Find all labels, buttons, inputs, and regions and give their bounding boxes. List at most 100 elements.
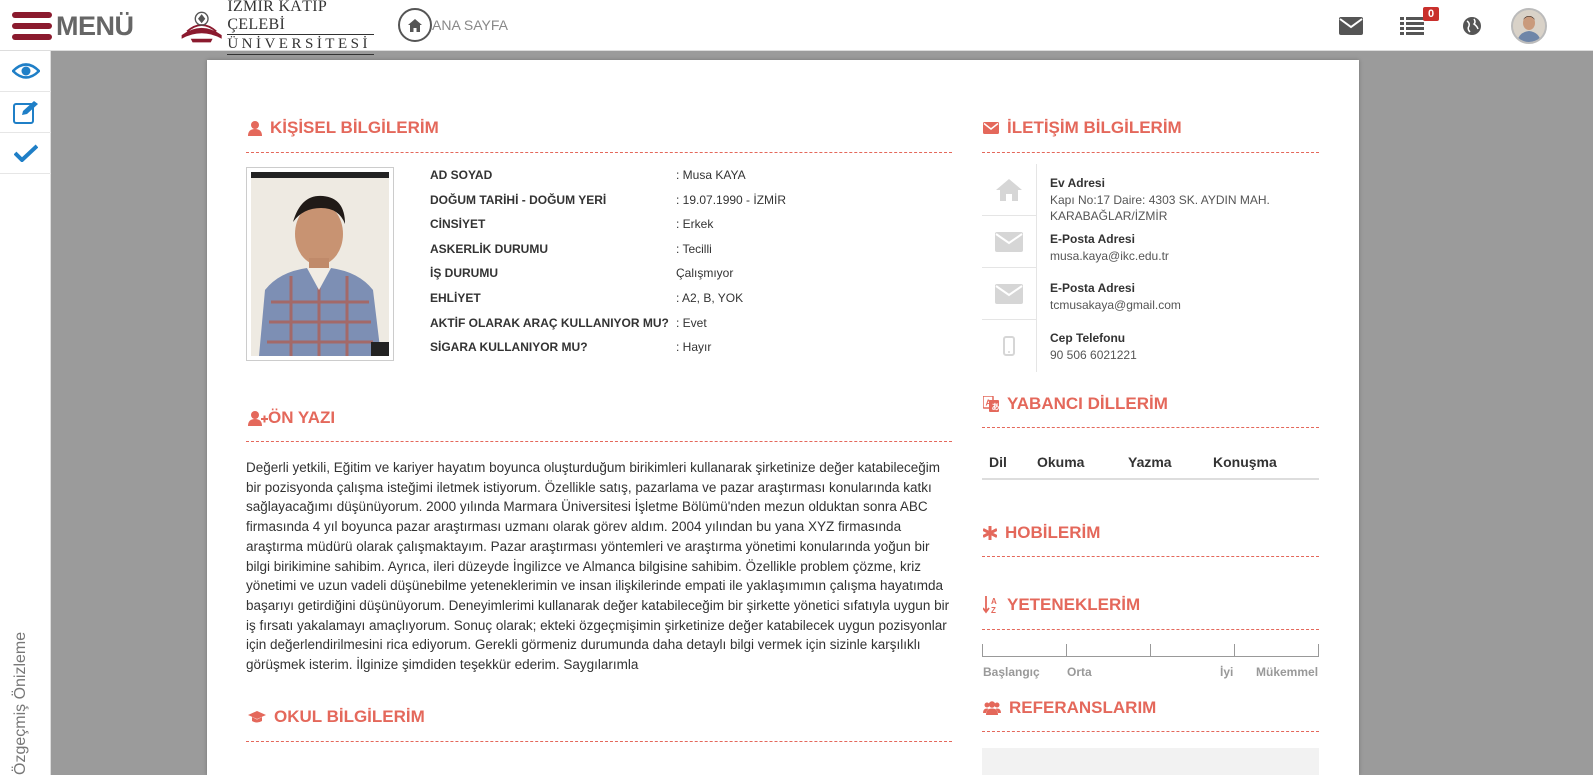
skills-title: AZ YETENEKLERİM bbox=[983, 595, 1140, 615]
home-label: ANA SAYFA bbox=[432, 17, 508, 33]
graduation-cap-icon bbox=[248, 711, 266, 723]
sort-alpha-icon: AZ bbox=[983, 596, 997, 614]
contact-icon-cell bbox=[982, 268, 1036, 320]
svg-text:Z: Z bbox=[991, 606, 996, 614]
contact-label: Ev Adresi bbox=[1050, 176, 1105, 190]
reference-item bbox=[982, 748, 1319, 775]
scale-tick bbox=[1066, 644, 1067, 656]
home-circle-icon bbox=[398, 8, 432, 42]
edit-button[interactable] bbox=[0, 92, 51, 133]
sidebar-vertical-label: Özgeçmiş Önizleme bbox=[12, 605, 34, 775]
column-writing: Yazma bbox=[1128, 454, 1172, 470]
references-title: REFERANSLARIM bbox=[983, 698, 1156, 718]
languages-title-text: YABANCI DİLLERİM bbox=[1007, 394, 1168, 413]
info-value: : 19.07.1990 - İZMİR bbox=[676, 193, 787, 207]
languages-title: Aあ YABANCI DİLLERİM bbox=[983, 394, 1168, 414]
info-value: : Hayır bbox=[676, 340, 712, 354]
svg-text:あ: あ bbox=[992, 403, 1000, 412]
contact-value[interactable]: tcmusakaya@gmail.com bbox=[1050, 297, 1181, 313]
info-value: : Evet bbox=[676, 316, 707, 330]
envelope-icon bbox=[995, 231, 1023, 252]
cover-letter-title-text: ÖN YAZI bbox=[268, 408, 336, 427]
info-value: : Musa KAYA bbox=[676, 168, 746, 182]
hobbies-title-text: HOBİLERİM bbox=[1005, 523, 1101, 542]
logo-line1: İZMİR KÂTİP ÇELEBİ bbox=[227, 0, 327, 33]
info-label: ASKERLİK DURUMU bbox=[430, 242, 548, 256]
envelope-icon bbox=[983, 122, 999, 134]
university-logo[interactable]: İZMİR KÂTİP ÇELEBİ ÜNİVERSİTESİ bbox=[178, 0, 374, 55]
scale-tick bbox=[1318, 644, 1319, 656]
notification-badge: 0 bbox=[1423, 7, 1440, 21]
contact-email-2: E-Posta Adresi tcmusakaya@gmail.com bbox=[1050, 281, 1181, 313]
skill-level-scale bbox=[982, 644, 1319, 657]
left-sidebar: Özgeçmiş Önizleme bbox=[0, 51, 51, 775]
scale-label-excellent: Mükemmel bbox=[1256, 665, 1319, 679]
contact-info-title-text: İLETİŞİM BİLGİLERİM bbox=[1007, 118, 1182, 137]
top-bar: MENÜ İZMİR KÂTİP ÇELEBİ ÜNİVERSİTESİ ANA… bbox=[0, 0, 1593, 55]
languages-table-header: Dil Okuma Yazma Konuşma bbox=[982, 447, 1319, 480]
contact-icon-cell bbox=[982, 320, 1036, 372]
divider bbox=[982, 556, 1319, 557]
hobbies-title: HOBİLERİM bbox=[983, 523, 1100, 543]
info-value: : Erkek bbox=[676, 217, 714, 231]
approve-button[interactable] bbox=[0, 133, 51, 174]
user-icon bbox=[248, 120, 262, 136]
list-icon[interactable] bbox=[1399, 13, 1425, 39]
divider bbox=[982, 427, 1319, 428]
contact-home-address: Ev Adresi Kapı No:17 Daire: 4303 SK. AYD… bbox=[1050, 176, 1300, 224]
home-link[interactable]: ANA SAYFA bbox=[398, 8, 508, 42]
home-icon bbox=[408, 18, 422, 32]
info-value: : A2, B, YOK bbox=[676, 291, 744, 305]
contact-label: E-Posta Adresi bbox=[1050, 232, 1135, 246]
user-avatar[interactable] bbox=[1511, 8, 1547, 44]
divider bbox=[246, 441, 952, 442]
skills-title-text: YETENEKLERİM bbox=[1007, 595, 1141, 614]
preview-button[interactable] bbox=[0, 51, 51, 92]
menu-label: MENÜ bbox=[56, 10, 134, 41]
users-icon bbox=[983, 701, 1001, 715]
info-label: CİNSİYET bbox=[430, 217, 486, 231]
edit-icon bbox=[12, 101, 38, 124]
scale-label-intermediate: Orta bbox=[1067, 665, 1092, 679]
scale-tick bbox=[982, 644, 983, 656]
logo-line2: ÜNİVERSİTESİ bbox=[227, 33, 374, 53]
divider bbox=[246, 152, 952, 153]
contact-value: 90 506 6021221 bbox=[1050, 348, 1137, 362]
info-label: AKTİF OLARAK ARAÇ KULLANIYOR MU? bbox=[430, 316, 669, 330]
column-reading: Okuma bbox=[1037, 454, 1085, 470]
column-language: Dil bbox=[989, 454, 1007, 470]
divider bbox=[246, 741, 952, 742]
envelope-icon bbox=[995, 283, 1023, 304]
contact-icon-cell bbox=[982, 216, 1036, 268]
eye-icon bbox=[11, 63, 40, 79]
globe-icon[interactable] bbox=[1459, 13, 1485, 39]
info-label: EHLİYET bbox=[430, 291, 481, 305]
school-info-title-text: OKUL BİLGİLERİM bbox=[274, 707, 425, 726]
contact-value[interactable]: musa.kaya@ikc.edu.tr bbox=[1050, 248, 1169, 264]
contact-email-1: E-Posta Adresi musa.kaya@ikc.edu.tr bbox=[1050, 232, 1169, 264]
mobile-icon bbox=[1003, 336, 1015, 356]
asterisk-icon bbox=[983, 526, 997, 540]
cv-page: KİŞİSEL BİLGİLERİM AD SOYAD: Musa KAYA D… bbox=[207, 60, 1359, 775]
scale-tick bbox=[1234, 644, 1235, 656]
home-icon bbox=[996, 178, 1022, 201]
envelope-icon[interactable] bbox=[1338, 13, 1364, 39]
contact-label: Cep Telefonu bbox=[1050, 331, 1126, 345]
info-value: : Tecilli bbox=[676, 242, 712, 256]
info-label: İŞ DURUMU bbox=[430, 266, 498, 280]
contact-phone: Cep Telefonu 90 506 6021221 bbox=[1050, 331, 1137, 363]
profile-photo bbox=[246, 167, 394, 361]
contact-value: Kapı No:17 Daire: 4303 SK. AYDIN MAH. KA… bbox=[1050, 193, 1270, 223]
personal-info-title: KİŞİSEL BİLGİLERİM bbox=[248, 118, 439, 138]
user-plus-icon bbox=[248, 410, 268, 426]
menu-button[interactable]: MENÜ bbox=[12, 11, 134, 41]
university-emblem-icon bbox=[181, 11, 222, 43]
cv-preview-label: Özgeçmiş Önizleme bbox=[12, 631, 29, 775]
contact-label: E-Posta Adresi bbox=[1050, 281, 1135, 295]
column-speaking: Konuşma bbox=[1213, 454, 1277, 470]
contact-icons-column bbox=[982, 164, 1037, 372]
info-label: SİGARA KULLANIYOR MU? bbox=[430, 340, 588, 354]
hamburger-icon bbox=[12, 12, 52, 40]
contact-icon-cell bbox=[982, 164, 1036, 216]
cover-letter-title: ÖN YAZI bbox=[248, 408, 335, 428]
